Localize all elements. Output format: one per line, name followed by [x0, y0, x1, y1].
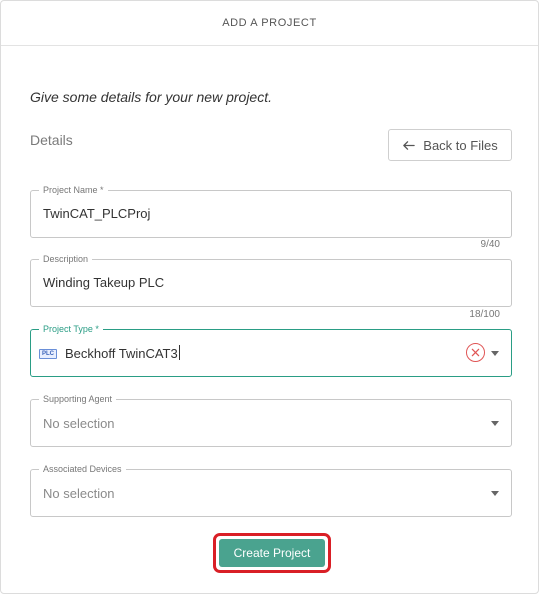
project-name-counter: 9/40: [480, 239, 500, 250]
back-to-files-button[interactable]: Back to Files: [388, 129, 512, 161]
project-name-value: TwinCAT_PLCProj: [43, 206, 151, 221]
project-type-label: Project Type *: [39, 324, 103, 335]
associated-devices-select[interactable]: Associated Devices No selection: [30, 464, 512, 517]
add-project-panel: ADD A PROJECT Give some details for your…: [0, 0, 539, 594]
chevron-down-icon[interactable]: [491, 351, 499, 356]
intro-text: Give some details for your new project.: [30, 89, 272, 105]
panel-header: ADD A PROJECT: [1, 1, 538, 46]
description-label: Description: [39, 254, 93, 265]
description-field[interactable]: Description Winding Takeup PLC: [30, 254, 512, 307]
create-button-highlight: Create Project: [213, 533, 331, 573]
description-counter: 18/100: [469, 309, 500, 320]
description-value: Winding Takeup PLC: [43, 275, 165, 290]
text-cursor: [178, 345, 180, 360]
plc-icon: PLC: [39, 349, 57, 359]
chevron-down-icon[interactable]: [491, 421, 499, 426]
supporting-agent-label: Supporting Agent: [39, 394, 117, 405]
supporting-agent-select[interactable]: Supporting Agent No selection: [30, 394, 512, 447]
project-name-field[interactable]: Project Name * TwinCAT_PLCProj: [30, 185, 512, 238]
project-type-select[interactable]: Project Type * PLC Beckhoff TwinCAT3: [30, 324, 512, 377]
project-type-text: Beckhoff TwinCAT3: [65, 346, 178, 361]
section-title: Details: [30, 132, 73, 148]
supporting-agent-placeholder: No selection: [43, 416, 115, 431]
associated-devices-placeholder: No selection: [43, 486, 115, 501]
chevron-down-icon[interactable]: [491, 491, 499, 496]
arrow-left-icon: [403, 140, 416, 150]
project-name-label: Project Name *: [39, 185, 108, 196]
clear-selection-icon[interactable]: [466, 343, 485, 362]
project-type-value: Beckhoff TwinCAT3: [65, 345, 180, 361]
create-project-button[interactable]: Create Project: [219, 539, 325, 567]
associated-devices-label: Associated Devices: [39, 464, 126, 475]
back-to-files-label: Back to Files: [423, 137, 498, 153]
